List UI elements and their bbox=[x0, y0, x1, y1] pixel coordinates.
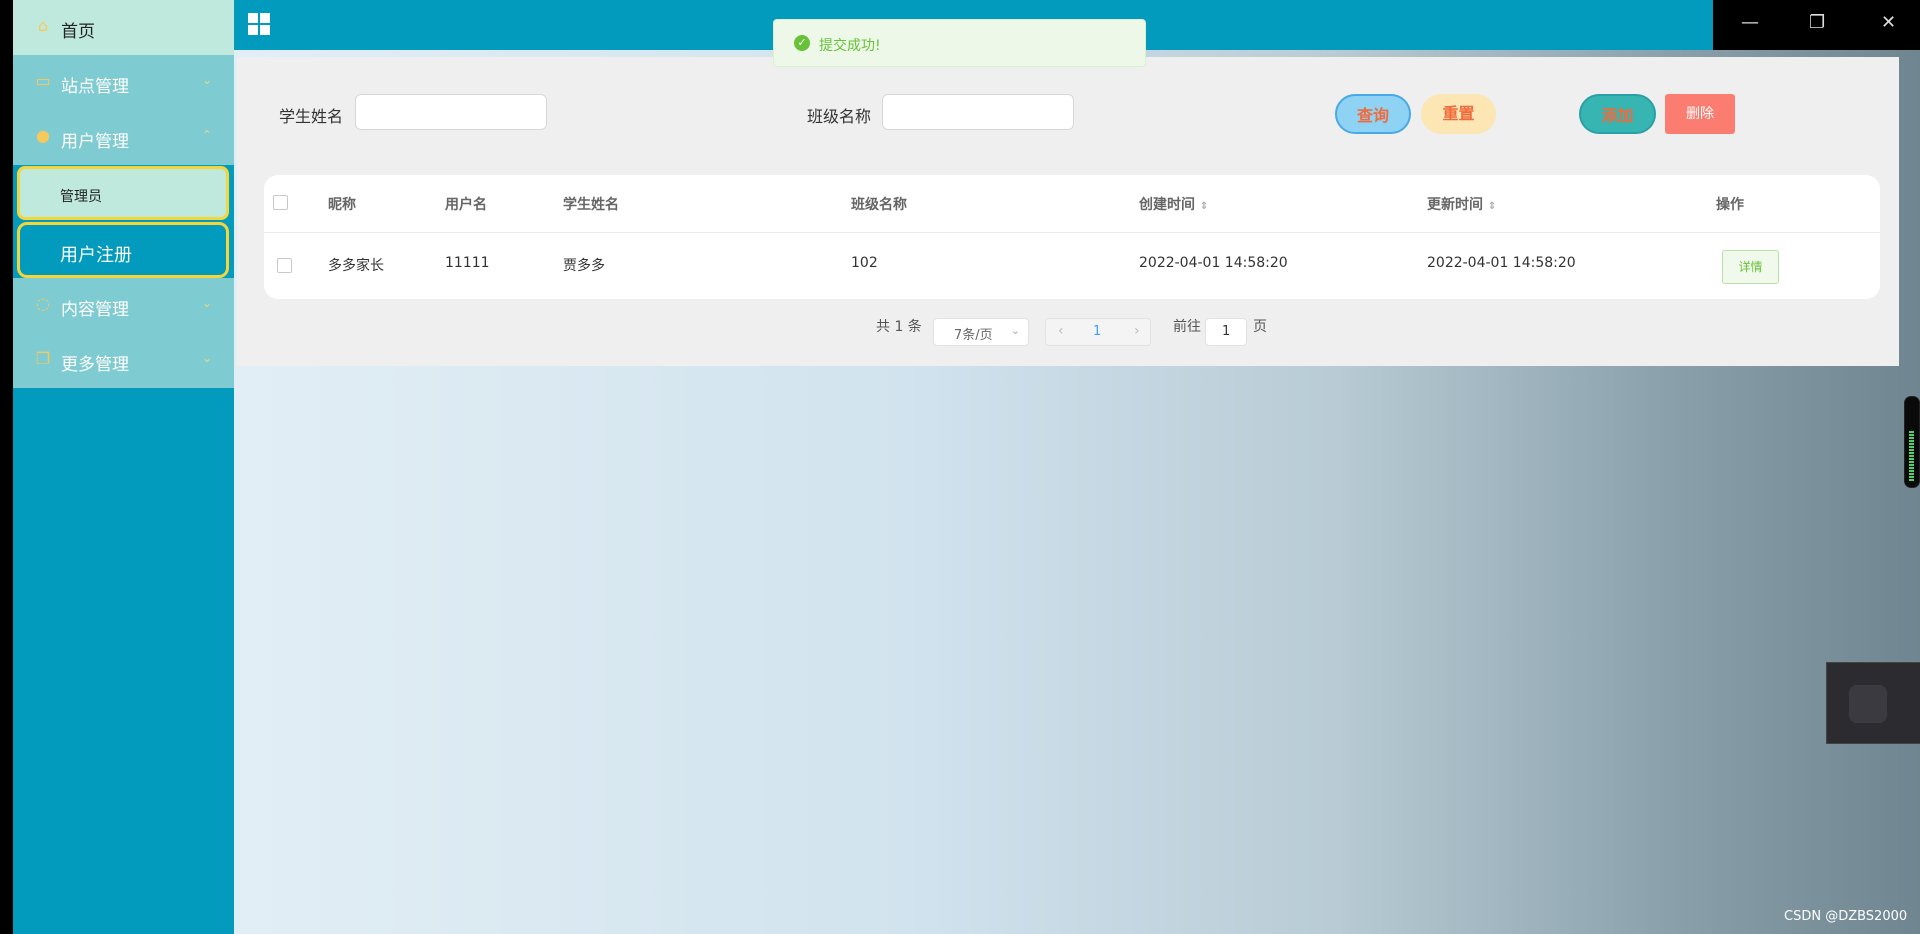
restore-icon[interactable]: ❐ bbox=[1809, 12, 1825, 33]
window-left-edge bbox=[0, 0, 13, 934]
pagination-total: 共 1 条 bbox=[876, 319, 922, 335]
table-header-class-name: 班级名称 bbox=[851, 197, 907, 213]
sidebar-item-label: 更多管理 bbox=[61, 355, 129, 375]
watermark: CSDN @DZBS2000 bbox=[1784, 909, 1908, 924]
close-icon[interactable]: ✕ bbox=[1881, 12, 1896, 33]
check-circle-icon: ✓ bbox=[794, 35, 810, 51]
chevron-down-icon: ⌄ bbox=[201, 351, 212, 365]
goto-page-value: 1 bbox=[1222, 324, 1231, 339]
class-name-input[interactable] bbox=[882, 94, 1074, 130]
table-header-username: 用户名 bbox=[445, 197, 487, 213]
page-navigator: ‹ 1 › bbox=[1045, 318, 1151, 346]
data-table: 昵称 用户名 学生姓名 班级名称 创建时间 ⇕ 更新时间 ⇕ 操作 多多家长 1… bbox=[264, 175, 1880, 299]
chevron-down-icon: ⌄ bbox=[201, 296, 212, 310]
sidebar-subitem-label: 用户注册 bbox=[60, 245, 132, 266]
sidebar-item-site-management[interactable]: ▭ 站点管理 ⌄ bbox=[13, 55, 234, 110]
table-header-updated-time[interactable]: 更新时间 ⇕ bbox=[1427, 194, 1496, 214]
select-all-checkbox[interactable] bbox=[273, 195, 288, 210]
row-checkbox[interactable] bbox=[277, 258, 292, 273]
table-header-actions: 操作 bbox=[1716, 197, 1744, 213]
sort-icon[interactable]: ⇕ bbox=[1488, 201, 1496, 212]
cell-updated-time: 2022-04-01 14:58:20 bbox=[1427, 255, 1576, 271]
copy-icon: ❐ bbox=[35, 349, 51, 368]
current-page[interactable]: 1 bbox=[1093, 324, 1101, 339]
chevron-down-icon: ⌄ bbox=[1010, 324, 1020, 337]
sidebar-item-home[interactable]: ⌂ 首页 bbox=[13, 0, 234, 55]
minimize-icon[interactable]: — bbox=[1741, 12, 1759, 33]
home-icon: ⌂ bbox=[37, 16, 49, 35]
sidebar-item-content-management[interactable]: ◌ 内容管理 ⌄ bbox=[13, 278, 234, 333]
goto-label: 前往 bbox=[1173, 319, 1201, 335]
cell-student-name: 贾多多 bbox=[563, 258, 605, 274]
sort-icon[interactable]: ⇕ bbox=[1200, 201, 1208, 212]
sidebar-item-label: 站点管理 bbox=[61, 77, 129, 97]
sidebar-item-more-management[interactable]: ❐ 更多管理 ⌄ bbox=[13, 333, 234, 388]
side-scroll-indicator[interactable] bbox=[1904, 396, 1920, 488]
toast-message: 提交成功! bbox=[819, 38, 881, 54]
table-header-student-name: 学生姓名 bbox=[563, 197, 619, 213]
cell-nickname: 多多家长 bbox=[328, 258, 384, 274]
next-page-icon[interactable]: › bbox=[1134, 323, 1140, 339]
cell-created-time: 2022-04-01 14:58:20 bbox=[1139, 255, 1288, 271]
class-name-label: 班级名称 bbox=[807, 107, 872, 126]
detail-button[interactable]: 详情 bbox=[1722, 250, 1779, 284]
cell-class-name: 102 bbox=[851, 255, 878, 271]
success-toast: ✓ 提交成功! bbox=[773, 19, 1146, 67]
cell-username: 11111 bbox=[445, 255, 490, 271]
monitor-icon: ▭ bbox=[35, 71, 51, 90]
sidebar: ⌂ 首页 ▭ 站点管理 ⌄ ● 用户管理 ⌃ 管理员 用户注册 ◌ 内容管理 ⌄… bbox=[13, 0, 234, 934]
chat-icon: ◌ bbox=[36, 294, 50, 313]
sidebar-subitem-user-registration[interactable]: 用户注册 bbox=[17, 222, 229, 278]
user-icon: ● bbox=[36, 126, 50, 145]
delete-button[interactable]: 删除 bbox=[1665, 94, 1735, 134]
sidebar-item-user-management[interactable]: ● 用户管理 ⌃ bbox=[13, 110, 234, 165]
sidebar-subitem-admin[interactable]: 管理员 bbox=[17, 166, 229, 220]
table-header-nickname: 昵称 bbox=[328, 197, 356, 213]
sidebar-subitem-label: 管理员 bbox=[60, 189, 102, 205]
chevron-up-icon: ⌃ bbox=[201, 128, 212, 142]
student-name-input[interactable] bbox=[355, 94, 547, 130]
sidebar-item-label: 首页 bbox=[61, 22, 95, 42]
page-size-select[interactable]: 7条/页 ⌄ bbox=[933, 318, 1029, 346]
page-suffix: 页 bbox=[1253, 319, 1267, 335]
sidebar-item-label: 内容管理 bbox=[61, 300, 129, 320]
floating-recorder-widget[interactable] bbox=[1826, 662, 1920, 744]
video-icon bbox=[1849, 685, 1887, 723]
student-name-label: 学生姓名 bbox=[279, 107, 344, 126]
query-button[interactable]: 查询 bbox=[1335, 94, 1411, 134]
table-header-created-time[interactable]: 创建时间 ⇕ bbox=[1139, 194, 1208, 214]
divider bbox=[264, 232, 1880, 233]
prev-page-icon[interactable]: ‹ bbox=[1058, 323, 1064, 339]
sidebar-item-label: 用户管理 bbox=[61, 132, 129, 152]
add-button[interactable]: 添加 bbox=[1579, 94, 1656, 134]
chevron-down-icon: ⌄ bbox=[201, 73, 212, 87]
reset-button[interactable]: 重置 bbox=[1421, 94, 1496, 134]
page-size-value: 7条/页 bbox=[954, 328, 993, 343]
window-controls: — ❐ ✕ bbox=[1713, 0, 1920, 50]
goto-page-input[interactable]: 1 bbox=[1205, 318, 1247, 346]
